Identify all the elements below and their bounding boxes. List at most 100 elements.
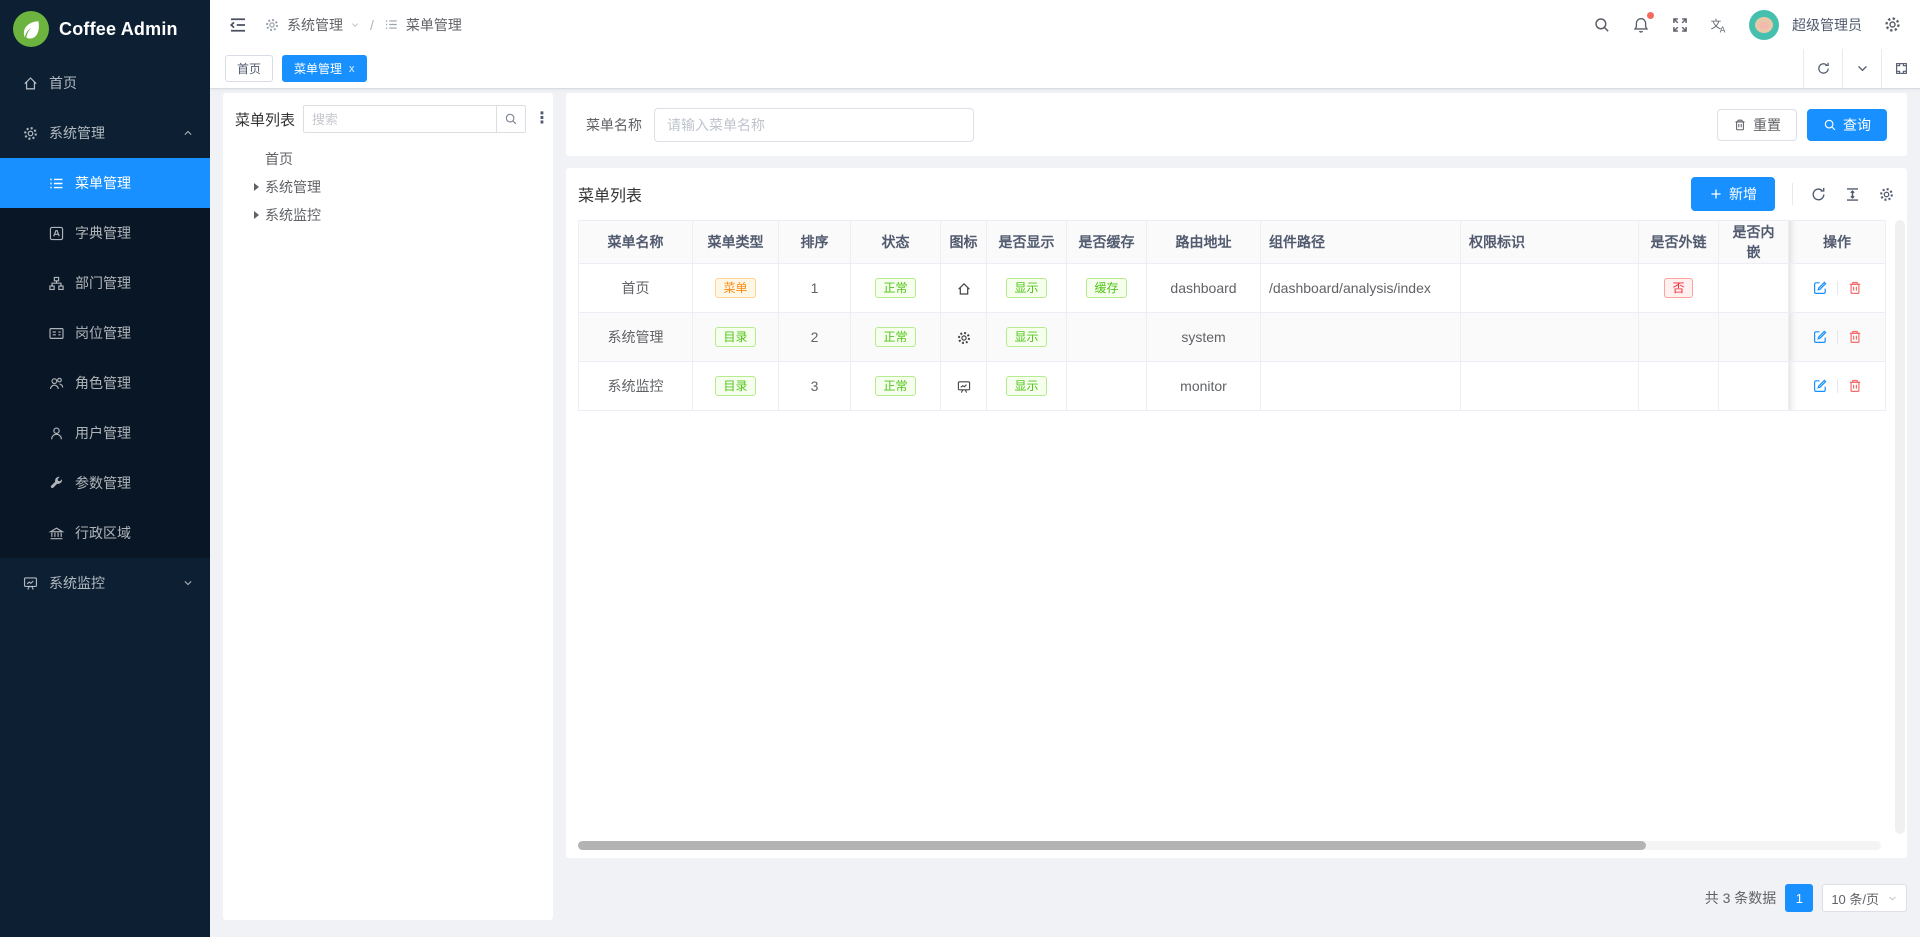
visible-badge: 显示 bbox=[1006, 278, 1046, 298]
chevron-down-icon[interactable] bbox=[1842, 49, 1881, 88]
tree-panel-header: 菜单列表 ⋮ bbox=[235, 105, 541, 133]
cache-badge: 缓存 bbox=[1086, 278, 1126, 298]
reset-button[interactable]: 重置 bbox=[1717, 109, 1797, 141]
user-name[interactable]: 超级管理员 bbox=[1792, 15, 1862, 35]
sidebar-submenu-system: 菜单管理 字典管理 部门管理 岗位管理 角色管理 用户管理 bbox=[0, 158, 210, 558]
refresh-icon[interactable] bbox=[1810, 186, 1827, 203]
query-button[interactable]: 查询 bbox=[1807, 109, 1887, 141]
notification-dot bbox=[1647, 12, 1654, 19]
sidebar-item-home[interactable]: 首页 bbox=[0, 58, 210, 108]
translate-icon[interactable] bbox=[1710, 16, 1728, 34]
fullscreen-icon[interactable] bbox=[1671, 16, 1689, 34]
chevron-up-icon bbox=[182, 127, 194, 139]
sidebar-item-region[interactable]: 行政区域 bbox=[0, 508, 210, 558]
settings-gear-icon[interactable] bbox=[1883, 15, 1902, 34]
table-card-title: 菜单列表 bbox=[578, 182, 642, 206]
page-number-button[interactable]: 1 bbox=[1785, 884, 1813, 912]
avatar[interactable] bbox=[1749, 10, 1779, 40]
row-density-icon[interactable] bbox=[1844, 186, 1861, 203]
table-card-header: 菜单列表 新增 bbox=[578, 168, 1895, 220]
tab-home[interactable]: 首页 bbox=[225, 55, 273, 82]
tab-bar: 首页 菜单管理 x bbox=[210, 49, 1920, 89]
sidebar-item-post-mgmt[interactable]: 岗位管理 bbox=[0, 308, 210, 358]
type-badge: 菜单 bbox=[715, 278, 755, 298]
menu-tree-panel: 菜单列表 ⋮ 首页 系统管理 系统监控 bbox=[223, 93, 553, 920]
user-icon bbox=[48, 425, 65, 442]
delete-icon[interactable] bbox=[1847, 329, 1863, 345]
caret-right-icon[interactable] bbox=[249, 183, 263, 191]
search-form-card: 菜单名称 重置 查询 bbox=[566, 93, 1907, 156]
gear-icon bbox=[22, 125, 39, 142]
logo: Coffee Admin bbox=[0, 0, 210, 58]
kebab-menu-icon[interactable]: ⋮ bbox=[534, 111, 548, 127]
visible-badge: 显示 bbox=[1006, 327, 1046, 347]
breadcrumb-item-menu: 菜单管理 bbox=[406, 15, 462, 35]
menu-table-card: 菜单列表 新增 bbox=[566, 168, 1907, 858]
delete-icon[interactable] bbox=[1847, 378, 1863, 394]
sidebar-item-dept-mgmt[interactable]: 部门管理 bbox=[0, 258, 210, 308]
notification-bell-icon[interactable] bbox=[1632, 16, 1650, 34]
vertical-scrollbar[interactable] bbox=[1895, 220, 1905, 834]
plus-icon bbox=[1709, 187, 1723, 201]
chevron-down-icon bbox=[1887, 893, 1898, 904]
wrench-icon bbox=[48, 475, 65, 492]
sidebar-item-dict-mgmt[interactable]: 字典管理 bbox=[0, 208, 210, 258]
top-header: 系统管理 / 菜单管理 超级管理员 bbox=[210, 0, 1920, 49]
type-badge: 目录 bbox=[715, 327, 755, 347]
dictionary-icon bbox=[48, 225, 65, 242]
search-icon[interactable] bbox=[1593, 16, 1611, 34]
home-icon bbox=[956, 281, 972, 297]
breadcrumb: 系统管理 / 菜单管理 bbox=[264, 15, 462, 35]
tree-panel-title: 菜单列表 bbox=[235, 109, 295, 130]
page-size-select[interactable]: 10 条/页 bbox=[1822, 884, 1907, 912]
tab-toolbar bbox=[1803, 49, 1920, 88]
horizontal-scrollbar-thumb[interactable] bbox=[578, 841, 1646, 850]
delete-icon[interactable] bbox=[1847, 280, 1863, 296]
id-card-icon bbox=[48, 325, 65, 342]
tree-node-system[interactable]: 系统管理 bbox=[235, 173, 541, 201]
content-area: 菜单列表 ⋮ 首页 系统管理 系统监控 bbox=[210, 89, 1920, 937]
menu-name-input[interactable] bbox=[654, 108, 974, 142]
tree-search-button[interactable] bbox=[496, 105, 526, 133]
tree-search-input[interactable] bbox=[303, 105, 496, 133]
menu-name-label: 菜单名称 bbox=[586, 115, 642, 135]
table-row: 系统管理 目录 2 正常 显示 system bbox=[579, 313, 1886, 362]
status-badge: 正常 bbox=[875, 327, 915, 347]
sidebar-collapse-icon[interactable] bbox=[228, 15, 248, 35]
sidebar-group-monitor[interactable]: 系统监控 bbox=[0, 558, 210, 608]
edit-icon[interactable] bbox=[1812, 329, 1828, 345]
status-badge: 正常 bbox=[875, 376, 915, 396]
leaf-logo-icon bbox=[13, 11, 49, 47]
app-title: Coffee Admin bbox=[59, 19, 178, 40]
sidebar-item-menu-mgmt[interactable]: 菜单管理 bbox=[0, 158, 210, 208]
roles-icon bbox=[48, 375, 65, 392]
add-button[interactable]: 新增 bbox=[1691, 177, 1775, 211]
close-icon[interactable]: x bbox=[349, 63, 355, 75]
chevron-down-icon bbox=[182, 577, 194, 589]
maximize-icon[interactable] bbox=[1881, 49, 1920, 88]
table-header-row: 菜单名称 菜单类型 排序 状态 图标 是否显示 是否缓存 路由地址 组件路径 权… bbox=[579, 221, 1886, 264]
edit-icon[interactable] bbox=[1812, 280, 1828, 296]
sidebar: Coffee Admin 首页 系统管理 菜单管理 字典管理 部门管理 bbox=[0, 0, 210, 937]
tree-search-group bbox=[303, 105, 526, 133]
tree-node-home[interactable]: 首页 bbox=[235, 145, 541, 173]
gear-icon bbox=[956, 330, 972, 346]
tree-node-monitor[interactable]: 系统监控 bbox=[235, 201, 541, 229]
caret-right-icon[interactable] bbox=[249, 211, 263, 219]
list-icon bbox=[48, 175, 65, 192]
edit-icon[interactable] bbox=[1812, 378, 1828, 394]
pagination: 共 3 条数据 1 10 条/页 bbox=[566, 884, 1907, 912]
column-settings-gear-icon[interactable] bbox=[1878, 186, 1895, 203]
sidebar-item-role-mgmt[interactable]: 角色管理 bbox=[0, 358, 210, 408]
horizontal-scrollbar-track bbox=[578, 841, 1881, 850]
breadcrumb-item-system[interactable]: 系统管理 bbox=[287, 15, 343, 35]
main-region: 系统管理 / 菜单管理 超级管理员 首页 菜单管理 x bbox=[210, 0, 1920, 937]
sidebar-item-user-mgmt[interactable]: 用户管理 bbox=[0, 408, 210, 458]
table-row: 首页 菜单 1 正常 显示 缓存 dashboard /dashboard/an… bbox=[579, 264, 1886, 313]
sidebar-item-param-mgmt[interactable]: 参数管理 bbox=[0, 458, 210, 508]
refresh-icon[interactable] bbox=[1803, 49, 1842, 88]
sidebar-group-system[interactable]: 系统管理 bbox=[0, 108, 210, 158]
tab-menu-mgmt[interactable]: 菜单管理 x bbox=[282, 55, 367, 82]
external-badge: 否 bbox=[1664, 278, 1692, 298]
chevron-down-icon bbox=[350, 20, 360, 30]
